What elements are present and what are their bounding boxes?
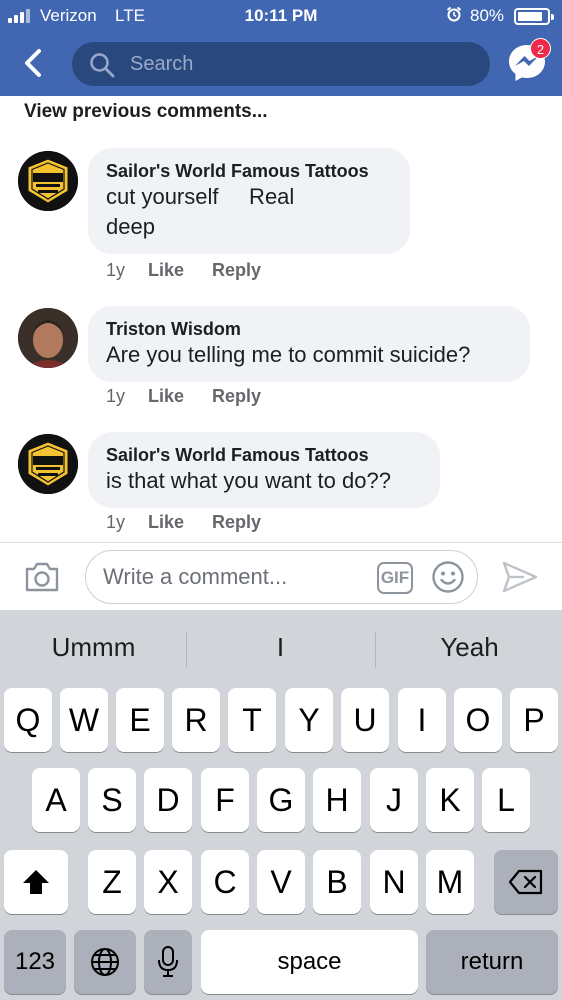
key-l[interactable]: L xyxy=(482,768,530,832)
suggestion-1[interactable]: Ummm xyxy=(0,632,187,663)
send-icon[interactable] xyxy=(500,559,540,595)
key-v[interactable]: V xyxy=(257,850,305,914)
suggestion-2[interactable]: I xyxy=(187,632,374,663)
key-p[interactable]: P xyxy=(510,688,558,752)
sailors-logo-icon xyxy=(18,151,78,211)
key-s[interactable]: S xyxy=(88,768,136,832)
key-e[interactable]: E xyxy=(116,688,164,752)
key-o[interactable]: O xyxy=(454,688,502,752)
key-g[interactable]: G xyxy=(257,768,305,832)
key-h[interactable]: H xyxy=(313,768,361,832)
status-bar: Verizon LTE 10:11 PM 80% xyxy=(0,0,562,32)
comment-composer: GIF xyxy=(0,542,562,610)
globe-icon xyxy=(91,948,119,976)
comment-time: 1y xyxy=(106,386,126,406)
backspace-icon xyxy=(508,869,543,895)
comment-bubble[interactable]: Sailor's World Famous Tattoos is that wh… xyxy=(88,432,440,508)
key-r[interactable]: R xyxy=(172,688,220,752)
comment-text: is that what you want to do?? xyxy=(106,468,391,493)
numbers-key[interactable]: 123 xyxy=(4,930,66,994)
key-n[interactable]: N xyxy=(370,850,418,914)
camera-icon[interactable] xyxy=(24,561,60,593)
comment-bubble[interactable]: Triston Wisdom Are you telling me to com… xyxy=(88,306,530,382)
key-w[interactable]: W xyxy=(60,688,108,752)
key-c[interactable]: C xyxy=(201,850,249,914)
comment-input-box[interactable]: GIF xyxy=(85,550,478,604)
key-d[interactable]: D xyxy=(144,768,192,832)
key-x[interactable]: X xyxy=(144,850,192,914)
like-button[interactable]: Like xyxy=(148,386,184,407)
avatar[interactable] xyxy=(18,434,78,494)
reply-button[interactable]: Reply xyxy=(212,260,261,281)
microphone-icon xyxy=(158,946,178,977)
shift-key[interactable] xyxy=(4,850,68,914)
key-q[interactable]: Q xyxy=(4,688,52,752)
messenger-badge: 2 xyxy=(530,38,551,59)
key-z[interactable]: Z xyxy=(88,850,136,914)
comment-time: 1y xyxy=(106,260,126,280)
delete-key[interactable] xyxy=(494,850,558,914)
alarm-icon xyxy=(446,6,462,22)
comment-author[interactable]: Sailor's World Famous Tattoos xyxy=(106,444,422,466)
top-bar: Verizon LTE 10:11 PM 80% 2 xyxy=(0,0,562,96)
battery-icon xyxy=(514,8,554,25)
search-icon xyxy=(90,53,115,78)
key-u[interactable]: U xyxy=(341,688,389,752)
profile-photo xyxy=(18,308,78,368)
suggestion-bar: Ummm I Yeah xyxy=(0,610,562,686)
battery-percent: 80% xyxy=(470,6,505,25)
sailors-logo-icon xyxy=(18,434,78,494)
view-previous-comments-link[interactable]: View previous comments... xyxy=(24,101,268,123)
comment-text: Are you telling me to commit suicide? xyxy=(106,342,471,367)
comment-input[interactable] xyxy=(103,562,373,592)
key-i[interactable]: I xyxy=(398,688,446,752)
reply-button[interactable]: Reply xyxy=(212,512,261,533)
comment-author[interactable]: Sailor's World Famous Tattoos xyxy=(106,160,392,182)
back-arrow-icon[interactable] xyxy=(18,46,48,80)
key-a[interactable]: A xyxy=(32,768,80,832)
key-y[interactable]: Y xyxy=(285,688,333,752)
comment-bubble[interactable]: Sailor's World Famous Tattoos cut yourse… xyxy=(88,148,410,254)
key-f[interactable]: F xyxy=(201,768,249,832)
globe-key[interactable] xyxy=(74,930,136,994)
avatar[interactable] xyxy=(18,308,78,368)
comment-author[interactable]: Triston Wisdom xyxy=(106,318,512,340)
key-m[interactable]: M xyxy=(426,850,474,914)
space-key[interactable]: space xyxy=(201,930,418,994)
suggestion-3[interactable]: Yeah xyxy=(376,632,562,663)
avatar[interactable] xyxy=(18,151,78,211)
shift-icon xyxy=(23,870,49,894)
key-j[interactable]: J xyxy=(370,768,418,832)
comment-time: 1y xyxy=(106,512,126,532)
reply-button[interactable]: Reply xyxy=(212,386,261,407)
gif-button[interactable]: GIF xyxy=(377,562,413,594)
search-input[interactable] xyxy=(130,48,470,80)
dictation-key[interactable] xyxy=(144,930,192,994)
keyboard: Ummm I Yeah Q W E R T Y U I O P A S D F … xyxy=(0,610,562,1000)
key-b[interactable]: B xyxy=(313,850,361,914)
like-button[interactable]: Like xyxy=(148,512,184,533)
key-t[interactable]: T xyxy=(228,688,276,752)
like-button[interactable]: Like xyxy=(148,260,184,281)
search-bar[interactable] xyxy=(72,42,490,86)
emoji-icon[interactable] xyxy=(431,560,465,594)
comment-text: cut yourself Real deep xyxy=(106,184,295,239)
return-key[interactable]: return xyxy=(426,930,558,994)
key-k[interactable]: K xyxy=(426,768,474,832)
